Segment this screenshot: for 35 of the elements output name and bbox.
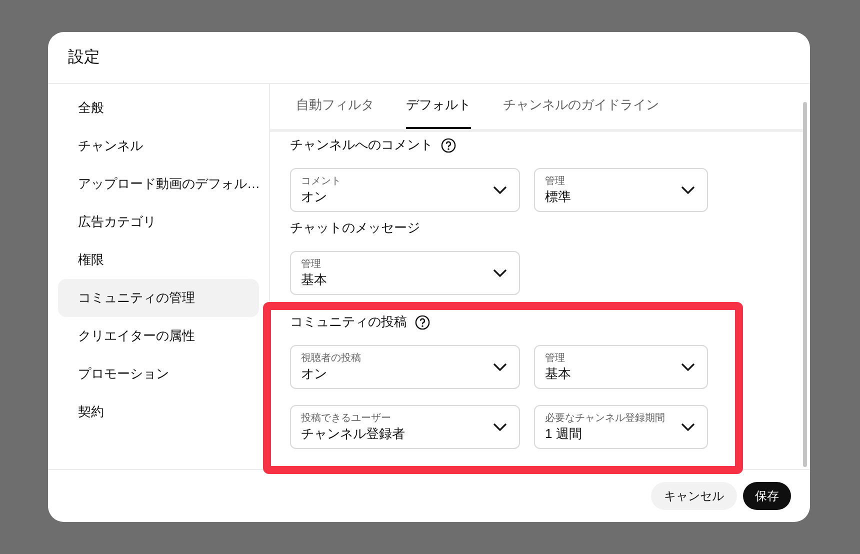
- tab[interactable]: デフォルト: [406, 83, 471, 129]
- dropdown-field[interactable]: 管理 基本: [290, 251, 520, 295]
- chevron-down-icon: [493, 363, 507, 371]
- scrollbar[interactable]: [803, 102, 807, 467]
- dropdown-field[interactable]: コメント オン: [290, 168, 520, 212]
- cancel-button[interactable]: キャンセル: [651, 482, 737, 510]
- help-icon[interactable]: [415, 314, 430, 330]
- tab[interactable]: 自動フィルタ: [296, 83, 374, 129]
- sidebar-item[interactable]: 権限: [58, 241, 259, 279]
- chevron-down-icon: [493, 269, 507, 277]
- section-heading: コミュニティの投稿: [290, 313, 407, 332]
- sidebar-item[interactable]: コミュニティの管理: [58, 279, 259, 317]
- sidebar-item[interactable]: チャンネル: [58, 127, 259, 165]
- sidebar-item[interactable]: 全般: [58, 89, 259, 127]
- tab[interactable]: チャンネルのガイドライン: [503, 83, 659, 129]
- chevron-down-icon: [493, 186, 507, 194]
- chevron-down-icon: [493, 423, 507, 431]
- chevron-down-icon: [681, 423, 695, 431]
- chevron-down-icon: [681, 186, 695, 194]
- sidebar-item[interactable]: クリエイターの属性: [58, 317, 259, 355]
- dropdown-field[interactable]: 投稿できるユーザー チャンネル登録者: [290, 405, 520, 449]
- sidebar-item[interactable]: アップロード動画のデフォル…: [58, 165, 259, 203]
- chevron-down-icon: [681, 363, 695, 371]
- save-button[interactable]: 保存: [743, 482, 791, 510]
- dropdown-field[interactable]: 管理 基本: [534, 345, 708, 389]
- section-heading: チャットのメッセージ: [290, 219, 420, 238]
- section-heading: チャンネルへのコメント: [290, 136, 433, 154]
- dropdown-field[interactable]: 管理 標準: [534, 168, 708, 212]
- sidebar-item[interactable]: プロモーション: [58, 355, 259, 393]
- sidebar-item[interactable]: 広告カテゴリ: [58, 203, 259, 241]
- sidebar-item[interactable]: 契約: [58, 393, 259, 431]
- dropdown-field[interactable]: 必要なチャンネル登録期間 1 週間: [534, 405, 708, 449]
- dialog-title: 設定: [68, 48, 100, 68]
- help-icon[interactable]: [441, 138, 456, 152]
- dropdown-field[interactable]: 視聴者の投稿 オン: [290, 345, 520, 389]
